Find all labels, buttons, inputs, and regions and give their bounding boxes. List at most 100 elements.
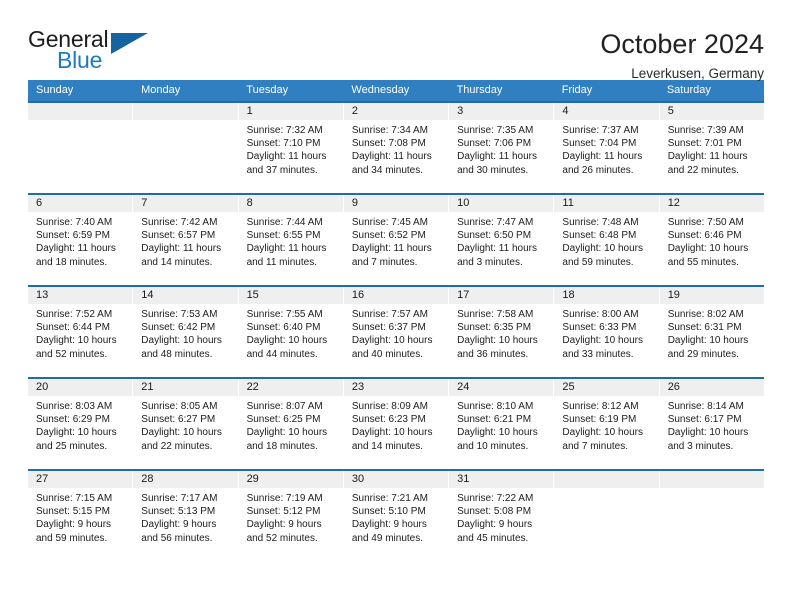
- general-blue-logo[interactable]: General Blue: [28, 28, 153, 74]
- day-cell[interactable]: 14 Sunrise: 7:53 AM Sunset: 6:42 PM Dayl…: [133, 287, 239, 377]
- day-cell[interactable]: 7 Sunrise: 7:42 AM Sunset: 6:57 PM Dayli…: [133, 195, 239, 285]
- day-info: Sunrise: 8:00 AM Sunset: 6:33 PM Dayligh…: [554, 304, 658, 361]
- sunrise-text: Sunrise: 8:00 AM: [562, 309, 639, 320]
- sunrise-text: Sunrise: 7:53 AM: [141, 309, 218, 320]
- sunset-text: Sunset: 6:33 PM: [562, 322, 637, 334]
- sunset-text: Sunset: 7:08 PM: [351, 138, 426, 150]
- day-info: [28, 120, 132, 124]
- day-cell[interactable]: 6 Sunrise: 7:40 AM Sunset: 6:59 PM Dayli…: [28, 195, 134, 285]
- daylight-text: Daylight: 11 hours and 18 minutes.: [36, 243, 116, 268]
- daylight-text: Daylight: 10 hours and 3 minutes.: [667, 427, 749, 452]
- sunrise-text: Sunrise: 7:44 AM: [246, 217, 323, 228]
- sunset-text: Sunset: 6:17 PM: [667, 414, 742, 426]
- sunset-text: Sunset: 6:40 PM: [246, 322, 321, 334]
- day-cell[interactable]: 17 Sunrise: 7:58 AM Sunset: 6:35 PM Dayl…: [449, 287, 555, 377]
- day-cell[interactable]: 21 Sunrise: 8:05 AM Sunset: 6:27 PM Dayl…: [133, 379, 239, 469]
- day-cell[interactable]: 18 Sunrise: 8:00 AM Sunset: 6:33 PM Dayl…: [554, 287, 660, 377]
- day-number: [659, 471, 764, 488]
- day-number: 14: [133, 287, 238, 304]
- day-cell[interactable]: 10 Sunrise: 7:47 AM Sunset: 6:50 PM Dayl…: [449, 195, 555, 285]
- day-cell[interactable]: 15 Sunrise: 7:55 AM Sunset: 6:40 PM Dayl…: [238, 287, 344, 377]
- day-cell[interactable]: 23 Sunrise: 8:09 AM Sunset: 6:23 PM Dayl…: [343, 379, 450, 469]
- day-info: Sunrise: 7:21 AM Sunset: 5:10 PM Dayligh…: [344, 488, 448, 545]
- day-cell[interactable]: 22 Sunrise: 8:07 AM Sunset: 6:25 PM Dayl…: [238, 379, 344, 469]
- sunrise-text: Sunrise: 7:19 AM: [246, 493, 323, 504]
- calendar-grid: Sunday Monday Tuesday Wednesday Thursday…: [28, 80, 764, 561]
- day-cell[interactable]: 19 Sunrise: 8:02 AM Sunset: 6:31 PM Dayl…: [659, 287, 764, 377]
- daylight-text: Daylight: 10 hours and 40 minutes.: [351, 335, 433, 360]
- day-cell[interactable]: 26 Sunrise: 8:14 AM Sunset: 6:17 PM Dayl…: [659, 379, 764, 469]
- daylight-text: Daylight: 10 hours and 14 minutes.: [351, 427, 433, 452]
- daylight-text: Daylight: 9 hours and 59 minutes.: [36, 519, 112, 544]
- day-number: 12: [659, 195, 764, 212]
- day-cell[interactable]: 1 Sunrise: 7:32 AM Sunset: 7:10 PM Dayli…: [238, 103, 344, 193]
- day-cell[interactable]: 9 Sunrise: 7:45 AM Sunset: 6:52 PM Dayli…: [343, 195, 450, 285]
- day-cell[interactable]: [554, 471, 660, 561]
- day-info: [660, 488, 764, 492]
- day-cell[interactable]: 13 Sunrise: 7:52 AM Sunset: 6:44 PM Dayl…: [28, 287, 134, 377]
- day-info: Sunrise: 7:19 AM Sunset: 5:12 PM Dayligh…: [239, 488, 343, 545]
- day-info: Sunrise: 7:15 AM Sunset: 5:15 PM Dayligh…: [28, 488, 132, 545]
- day-info: Sunrise: 7:47 AM Sunset: 6:50 PM Dayligh…: [449, 212, 553, 269]
- sunset-text: Sunset: 6:19 PM: [562, 414, 637, 426]
- day-number: 8: [238, 195, 343, 212]
- daylight-text: Daylight: 9 hours and 45 minutes.: [457, 519, 533, 544]
- day-number: 23: [343, 379, 449, 396]
- sunset-text: Sunset: 6:23 PM: [351, 414, 426, 426]
- daylight-text: Daylight: 10 hours and 48 minutes.: [141, 335, 222, 360]
- page-title: October 2024: [600, 29, 764, 59]
- day-cell[interactable]: 4 Sunrise: 7:37 AM Sunset: 7:04 PM Dayli…: [554, 103, 660, 193]
- day-info: Sunrise: 7:50 AM Sunset: 6:46 PM Dayligh…: [660, 212, 764, 269]
- day-cell[interactable]: 29 Sunrise: 7:19 AM Sunset: 5:12 PM Dayl…: [238, 471, 344, 561]
- sunset-text: Sunset: 6:25 PM: [246, 414, 321, 426]
- daylight-text: Daylight: 10 hours and 10 minutes.: [457, 427, 538, 452]
- sunset-text: Sunset: 6:48 PM: [562, 230, 637, 242]
- sunset-text: Sunset: 6:37 PM: [351, 322, 426, 334]
- day-info: Sunrise: 7:39 AM Sunset: 7:01 PM Dayligh…: [660, 120, 764, 177]
- day-cell[interactable]: 25 Sunrise: 8:12 AM Sunset: 6:19 PM Dayl…: [554, 379, 660, 469]
- day-info: Sunrise: 7:32 AM Sunset: 7:10 PM Dayligh…: [239, 120, 343, 177]
- daylight-text: Daylight: 11 hours and 11 minutes.: [246, 243, 327, 268]
- sunrise-text: Sunrise: 7:40 AM: [36, 217, 113, 228]
- day-number: 17: [449, 287, 554, 304]
- daylight-text: Daylight: 10 hours and 36 minutes.: [457, 335, 538, 360]
- sunrise-text: Sunrise: 7:45 AM: [351, 217, 428, 228]
- sunrise-text: Sunrise: 8:10 AM: [457, 401, 534, 412]
- day-cell[interactable]: 12 Sunrise: 7:50 AM Sunset: 6:46 PM Dayl…: [659, 195, 764, 285]
- day-cell[interactable]: 5 Sunrise: 7:39 AM Sunset: 7:01 PM Dayli…: [659, 103, 764, 193]
- day-cell[interactable]: 27 Sunrise: 7:15 AM Sunset: 5:15 PM Dayl…: [28, 471, 134, 561]
- day-info: Sunrise: 7:48 AM Sunset: 6:48 PM Dayligh…: [554, 212, 658, 269]
- day-number: 31: [449, 471, 554, 488]
- weekday-header-tuesday: Tuesday: [246, 84, 289, 96]
- day-number: 20: [28, 379, 133, 396]
- week-row: 1 Sunrise: 7:32 AM Sunset: 7:10 PM Dayli…: [28, 101, 764, 193]
- day-cell[interactable]: 3 Sunrise: 7:35 AM Sunset: 7:06 PM Dayli…: [449, 103, 555, 193]
- day-cell[interactable]: 11 Sunrise: 7:48 AM Sunset: 6:48 PM Dayl…: [554, 195, 660, 285]
- daylight-text: Daylight: 11 hours and 3 minutes.: [457, 243, 537, 268]
- day-cell[interactable]: 20 Sunrise: 8:03 AM Sunset: 6:29 PM Dayl…: [28, 379, 134, 469]
- sunset-text: Sunset: 6:52 PM: [351, 230, 426, 242]
- day-info: Sunrise: 8:03 AM Sunset: 6:29 PM Dayligh…: [28, 396, 132, 453]
- day-info: Sunrise: 7:53 AM Sunset: 6:42 PM Dayligh…: [133, 304, 237, 361]
- weekday-header-thursday: Thursday: [456, 84, 503, 96]
- day-cell[interactable]: [133, 103, 239, 193]
- day-cell[interactable]: 2 Sunrise: 7:34 AM Sunset: 7:08 PM Dayli…: [343, 103, 450, 193]
- day-cell[interactable]: 24 Sunrise: 8:10 AM Sunset: 6:21 PM Dayl…: [449, 379, 555, 469]
- sunset-text: Sunset: 6:42 PM: [141, 322, 216, 334]
- day-cell[interactable]: [28, 103, 134, 193]
- day-cell[interactable]: 8 Sunrise: 7:44 AM Sunset: 6:55 PM Dayli…: [238, 195, 344, 285]
- sunrise-text: Sunrise: 8:05 AM: [141, 401, 218, 412]
- sunrise-text: Sunrise: 8:14 AM: [667, 401, 744, 412]
- day-cell[interactable]: 16 Sunrise: 7:57 AM Sunset: 6:37 PM Dayl…: [343, 287, 450, 377]
- day-number: 1: [238, 103, 343, 120]
- sunrise-text: Sunrise: 7:52 AM: [36, 309, 113, 320]
- day-cell[interactable]: 30 Sunrise: 7:21 AM Sunset: 5:10 PM Dayl…: [343, 471, 450, 561]
- day-cell[interactable]: 28 Sunrise: 7:17 AM Sunset: 5:13 PM Dayl…: [133, 471, 239, 561]
- day-cell[interactable]: 31 Sunrise: 7:22 AM Sunset: 5:08 PM Dayl…: [449, 471, 555, 561]
- sunrise-text: Sunrise: 7:21 AM: [351, 493, 428, 504]
- sunrise-text: Sunrise: 7:32 AM: [246, 125, 323, 136]
- logo-triangle-icon: [111, 33, 148, 54]
- day-cell[interactable]: [659, 471, 764, 561]
- title-block: October 2024 Leverkusen, Germany: [600, 28, 764, 82]
- day-info: Sunrise: 7:55 AM Sunset: 6:40 PM Dayligh…: [239, 304, 343, 361]
